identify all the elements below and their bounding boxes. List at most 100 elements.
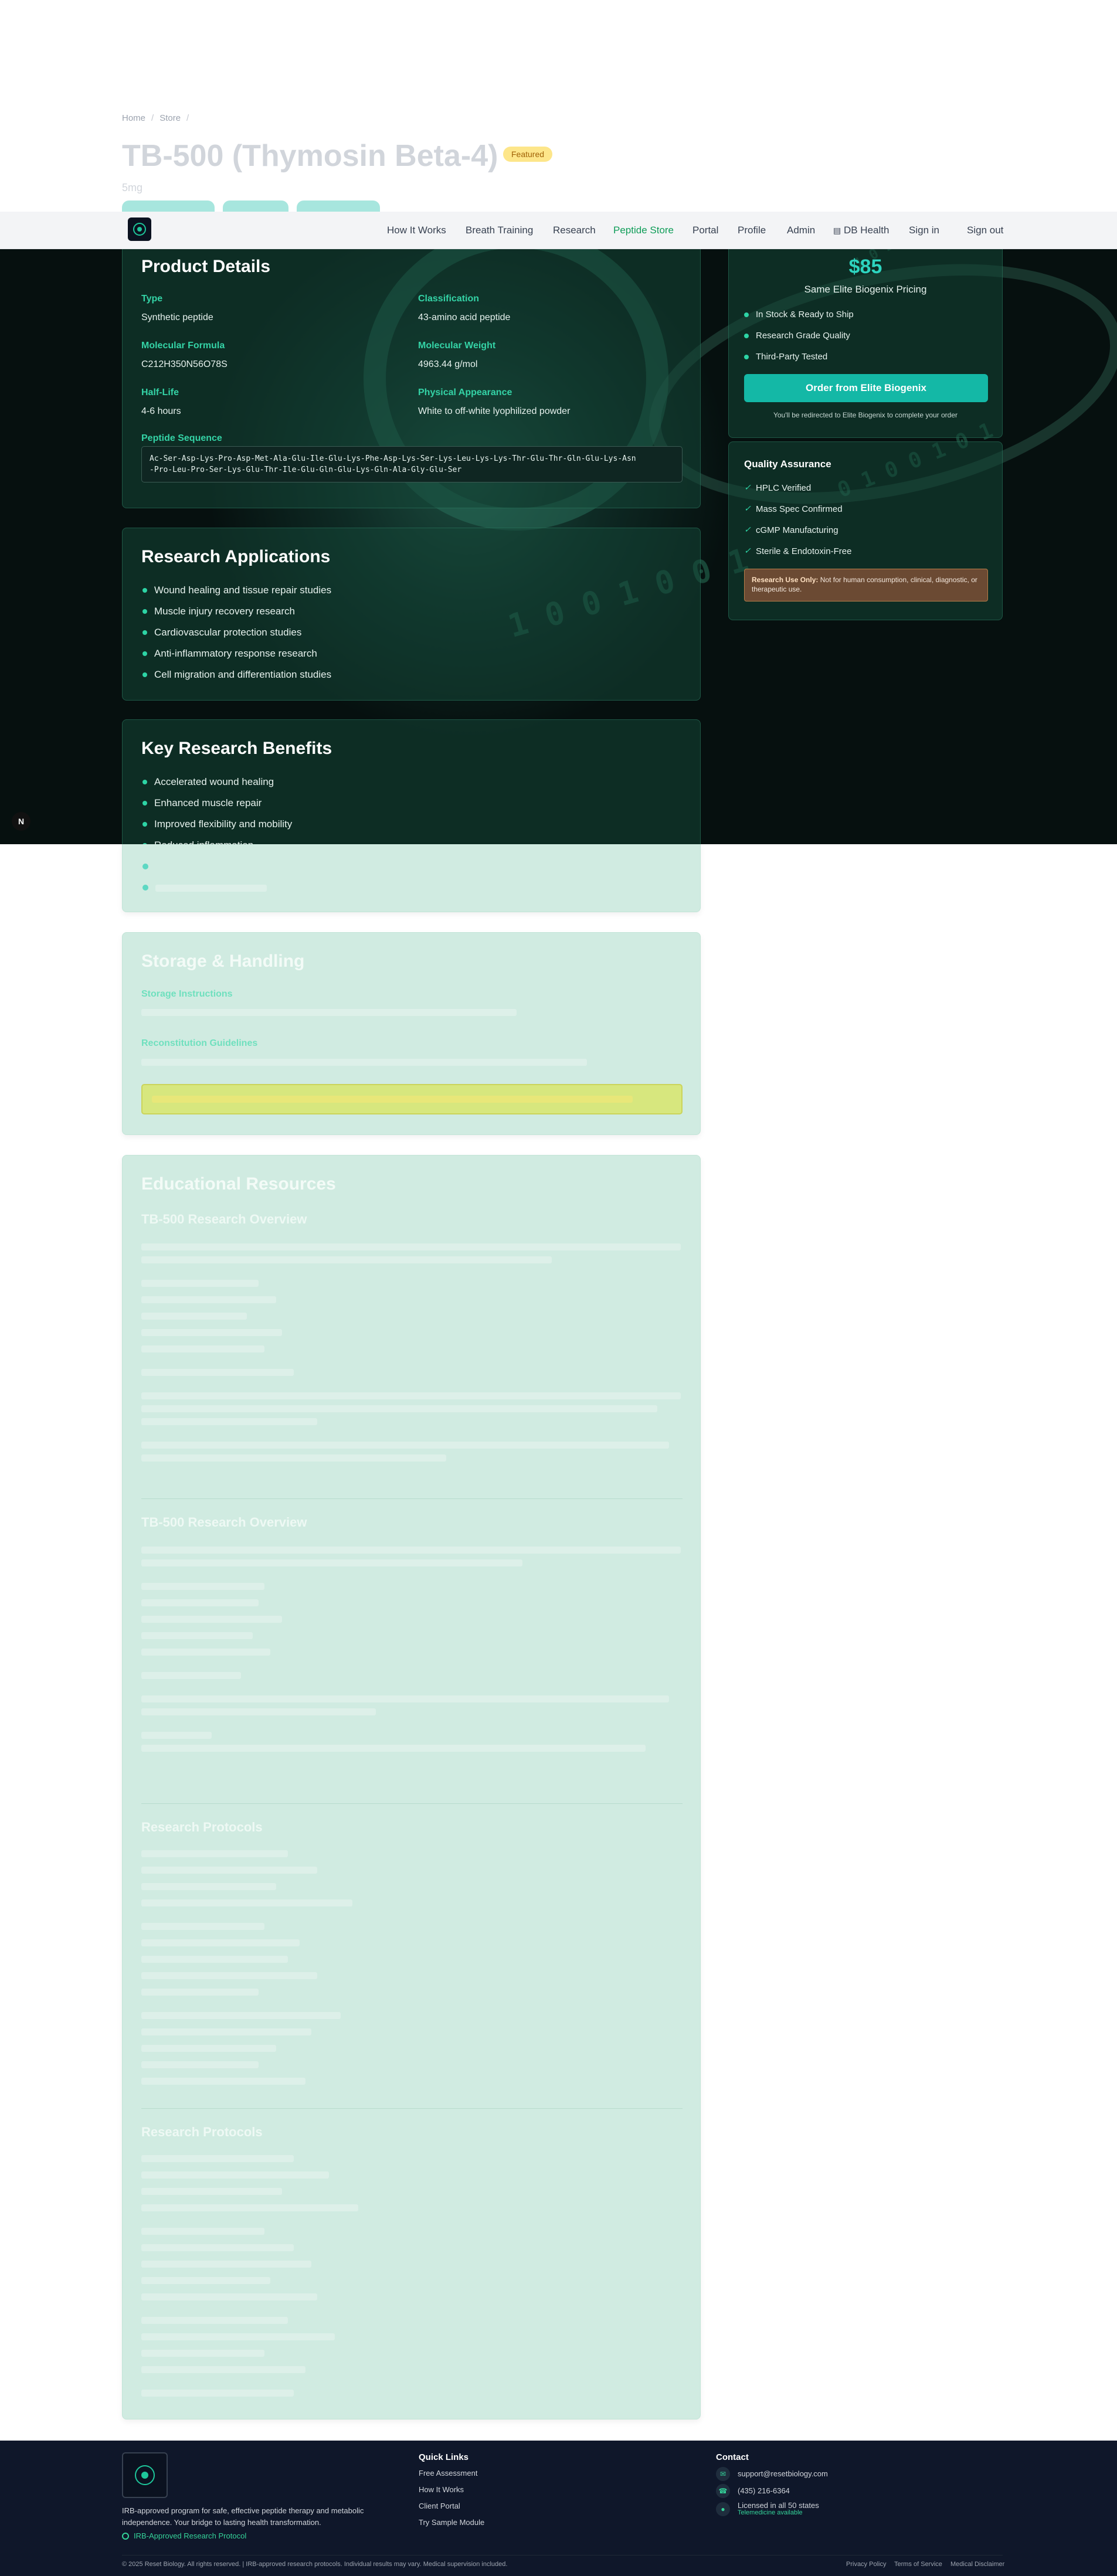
weight-label: Molecular Weight [418,341,496,351]
contact-email[interactable]: support@resetbiology.com [738,2469,828,2478]
nav-breath-training[interactable]: Breath Training [466,225,533,236]
product-details-card: Product Details Type Synthetic peptide C… [122,249,701,508]
nav-admin[interactable]: Admin [787,225,815,236]
footer-link-how-it-works[interactable]: How It Works [419,2485,464,2494]
shield-icon: ● [716,2502,730,2516]
formula-value: C212H350N56O78S [141,359,228,369]
footer-logo-icon[interactable] [122,2452,168,2498]
storage-warning [141,1084,683,1114]
ruo-label: Research Use Only: [752,576,819,584]
contact-phone[interactable]: (435) 216-6364 [738,2486,790,2495]
qa-text: HPLC Verified [756,483,812,493]
database-icon: ▤ [833,226,841,235]
nav-portal[interactable]: Portal [692,225,718,236]
formula-label: Molecular Formula [141,341,225,351]
footer-link-privacy[interactable]: Privacy Policy [846,2561,886,2568]
contact-title: Contact [716,2452,749,2462]
list-item: Wound healing and tissue repair studies [142,584,331,606]
breadcrumb-separator: / [186,113,189,123]
sequence-label: Peptide Sequence [141,433,222,443]
licensed-note: Licensed in all 50 states [738,2501,819,2510]
feature-item: In Stock & Ready to Ship [744,310,854,320]
feature-item: Research Grade Quality [744,331,850,341]
qa-text: cGMP Manufacturing [756,525,838,535]
section-title: Key Research Benefits [141,739,332,758]
list-item: Enhanced muscle repair [142,797,292,818]
protocols-heading: Research Protocols [141,1820,263,1834]
overview-heading: TB-500 Research Overview [141,1515,307,1530]
qa-item: ✓ Sterile & Endotoxin-Free [744,546,851,556]
mail-icon: ✉ [716,2467,730,2481]
dev-indicator-badge[interactable]: N [12,812,30,831]
order-button[interactable]: Order from Elite Biogenix [744,374,988,402]
feature-item: Third-Party Tested [744,352,827,362]
type-value: Synthetic peptide [141,312,213,322]
check-icon: ✓ [744,504,751,513]
qa-title: Quality Assurance [744,458,831,470]
list-item: Improved flexibility and mobility [142,818,292,840]
product-size: 5mg [122,182,143,193]
breadcrumb-store[interactable]: Store [159,113,181,123]
appearance-label: Physical Appearance [418,388,512,397]
footer-link-sample-module[interactable]: Try Sample Module [419,2518,484,2527]
section-title: Storage & Handling [141,951,305,971]
quality-assurance-card: Quality Assurance ✓ HPLC Verified ✓ Mass S… [728,441,1003,620]
qa-item: ✓ HPLC Verified [744,482,812,493]
feature-text: Research Grade Quality [756,331,850,341]
section-title: Product Details [141,257,271,276]
check-icon: ✓ [744,525,751,534]
irb-icon [122,2532,129,2540]
list-item: Reduced inflammation [142,840,292,844]
classification-value: 43-amino acid peptide [418,312,511,322]
nav-sign-out[interactable]: Sign out [967,225,1003,236]
featured-badge: Featured [503,147,553,162]
reconstitution-label: Reconstitution Guidelines [141,1038,258,1048]
nav-peptide-store[interactable]: Peptide Store [613,225,674,236]
footer-description: IRB-approved program for safe, effective… [122,2506,364,2527]
site-footer: IRB-approved program for safe, effective… [0,2441,1117,2576]
nav-research[interactable]: Research [553,225,596,236]
list-item: Cell migration and differentiation studi… [142,669,331,690]
telemedicine-note: Telemedicine available [738,2509,803,2516]
redirect-note: You'll be redirected to Elite Biogenix t… [773,411,958,419]
feature-text: In Stock & Ready to Ship [756,310,854,320]
top-navbar: How It Works Breath Training Research Pe… [0,212,1117,249]
footer-link-client-portal[interactable]: Client Portal [419,2502,460,2510]
sequence-line: Ac-Ser-Asp-Lys-Pro-Asp-Met-Ala-Glu-Ile-G… [150,454,636,463]
footer-link-terms[interactable]: Terms of Service [894,2561,942,2568]
check-icon: ✓ [744,482,751,492]
storage-instructions-label: Storage Instructions [141,989,233,999]
overview-heading: TB-500 Research Overview [141,1212,307,1226]
logo-icon[interactable] [128,218,151,241]
nav-sign-in[interactable]: Sign in [909,225,939,236]
research-use-warning: Research Use Only: Not for human consump… [744,569,988,601]
copyright: © 2025 Reset Biology. All rights reserve… [122,2561,508,2568]
check-icon: ✓ [744,546,751,555]
feature-text: Third-Party Tested [756,352,828,362]
irb-text: IRB-Approved Research Protocol [134,2531,247,2540]
storage-handling-card: Storage & Handling Storage Instructions … [122,932,701,1135]
page-title: TB-500 (Thymosin Beta-4) [122,139,498,173]
nav-db-health[interactable]: ▤ DB Health [833,225,889,236]
phone-icon: ☎ [716,2484,730,2498]
key-benefits-card-lower [122,844,701,912]
price: $85 [848,256,882,278]
half-life-label: Half-Life [141,388,179,397]
nav-profile[interactable]: Profile [738,225,766,236]
nav-how-it-works[interactable]: How It Works [387,225,446,236]
footer-link-free-assessment[interactable]: Free Assessment [419,2469,477,2478]
qa-text: Mass Spec Confirmed [756,504,843,514]
type-label: Type [141,294,163,304]
sequence-line: -Pro-Leu-Pro-Ser-Lys-Glu-Thr-Ile-Glu-Gln… [150,465,462,474]
list-item: Accelerated wound healing [142,776,292,797]
breadcrumb-home[interactable]: Home [122,113,145,123]
nav-db-health-label: DB Health [843,225,889,236]
list-item: Cardiovascular protection studies [142,627,331,648]
footer-link-medical-disclaimer[interactable]: Medical Disclaimer [950,2561,1004,2568]
key-benefits-card: Key Research Benefits Accelerated wound … [122,719,701,844]
breadcrumb-separator: / [151,113,154,123]
section-title: Educational Resources [141,1174,336,1194]
irb-approved-note: IRB-Approved Research Protocol [122,2531,246,2540]
educational-resources-card: Educational Resources TB-500 Research Ov… [122,1155,701,2419]
section-title: Research Applications [141,547,331,566]
